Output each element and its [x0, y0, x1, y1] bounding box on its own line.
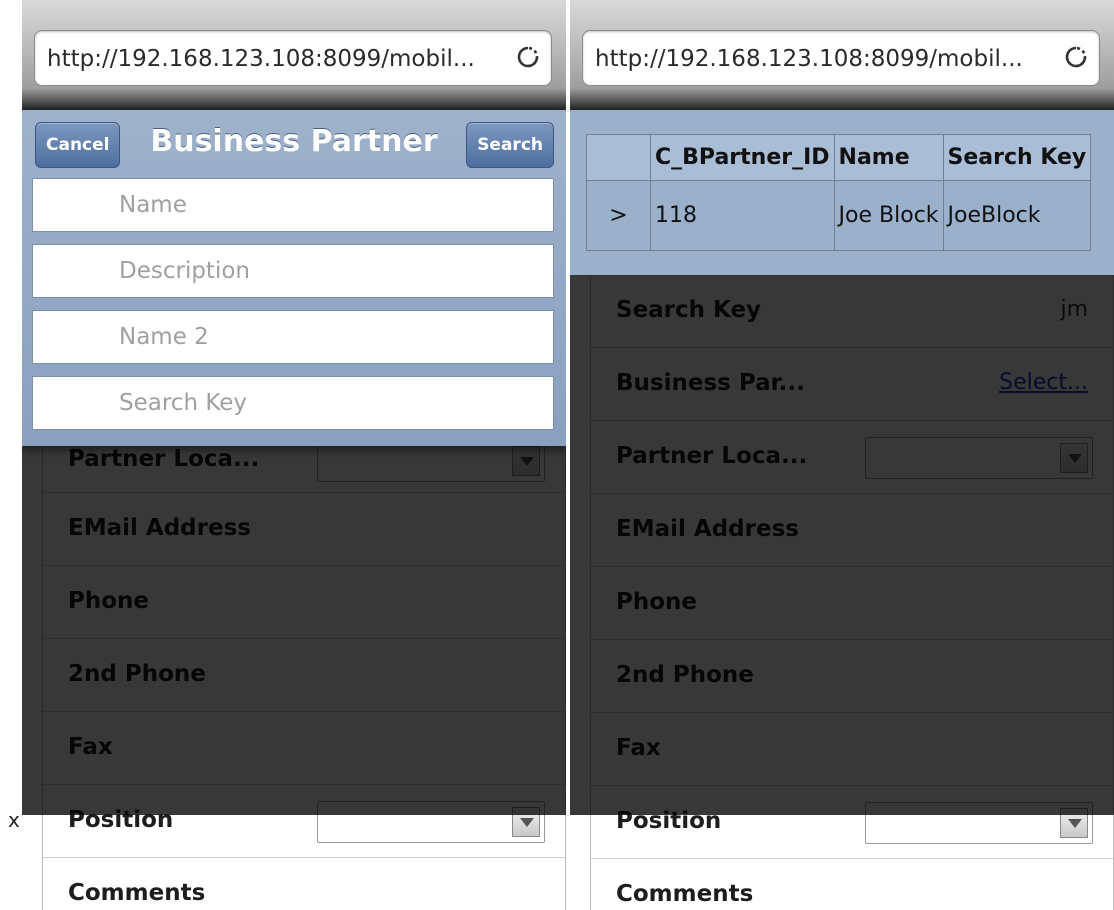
table-header-row: C_BPartner_ID Name Search Key: [586, 134, 1092, 181]
form-row-fax: Fax: [43, 712, 565, 785]
chevron-down-icon[interactable]: [512, 446, 540, 476]
position-select[interactable]: [317, 801, 545, 843]
left-form: Partner Loca... EMail Address Phone 2nd …: [42, 440, 566, 910]
email-label: EMail Address: [68, 515, 251, 541]
table-row[interactable]: > 118 Joe Block JoeBlock: [586, 180, 1092, 251]
results-table: C_BPartner_ID Name Search Key > 118 Joe …: [586, 134, 1092, 251]
reload-icon[interactable]: [1064, 45, 1088, 69]
partner-location-select[interactable]: [317, 440, 545, 482]
dialog-header: Cancel Business Partner Search: [22, 110, 566, 174]
phone2-label: 2nd Phone: [616, 662, 754, 688]
form-row-2nd-phone: 2nd Phone: [43, 639, 565, 712]
browser-toolbar: http://192.168.123.108:8099/mobil...: [570, 0, 1114, 110]
form-row-business-partner: Business Par... Select...: [591, 348, 1113, 421]
form-row-2nd-phone: 2nd Phone: [591, 640, 1113, 713]
chevron-down-icon[interactable]: [512, 807, 540, 837]
form-row-phone: Phone: [591, 567, 1113, 640]
chevron-down-icon[interactable]: [1060, 443, 1088, 473]
business-partner-label: Business Par...: [616, 370, 805, 396]
form-row-phone: Phone: [43, 566, 565, 639]
form-row-search-key: Search Key jm: [591, 275, 1113, 348]
fax-label: Fax: [616, 735, 661, 761]
phone-label: Phone: [616, 589, 698, 615]
search-key-label: Search Key: [616, 297, 762, 323]
chevron-down-icon[interactable]: [1060, 808, 1088, 838]
table-cell[interactable]: JoeBlock: [942, 180, 1092, 251]
table-cell[interactable]: Joe Block: [833, 180, 944, 251]
phone-label: Phone: [68, 588, 150, 614]
description-input[interactable]: Description: [32, 244, 554, 298]
select-partner-link[interactable]: Select...: [999, 370, 1088, 395]
form-row-fax: Fax: [591, 713, 1113, 786]
column-header[interactable]: Search Key: [942, 134, 1092, 181]
phone2-label: 2nd Phone: [68, 661, 206, 687]
results-panel: C_BPartner_ID Name Search Key > 118 Joe …: [570, 110, 1114, 275]
partner-location-select[interactable]: [865, 437, 1093, 479]
partner-location-label: Partner Loca...: [616, 443, 808, 469]
partner-location-label: Partner Loca...: [68, 446, 260, 472]
browser-toolbar: http://192.168.123.108:8099/mobil...: [22, 0, 566, 110]
position-select[interactable]: [865, 802, 1093, 844]
form-row-comments: Comments: [591, 859, 1113, 910]
form-row-position: Position: [591, 786, 1113, 859]
fax-label: Fax: [68, 734, 113, 760]
name-input[interactable]: Name: [32, 178, 554, 232]
marker-label: x: [8, 808, 20, 832]
row-select-cell[interactable]: >: [586, 180, 651, 251]
form-row-email: EMail Address: [43, 493, 565, 566]
stage: x http://192.168.123.108:8099/mobil... P…: [0, 0, 1114, 910]
right-screen: http://192.168.123.108:8099/mobil... Sea…: [570, 0, 1114, 910]
comments-label: Comments: [616, 881, 754, 907]
url-field[interactable]: http://192.168.123.108:8099/mobil...: [34, 30, 552, 86]
email-label: EMail Address: [616, 516, 799, 542]
left-screen: http://192.168.123.108:8099/mobil... Par…: [22, 0, 566, 910]
search-key-value[interactable]: jm: [1060, 297, 1088, 322]
form-row-position: Position: [43, 785, 565, 858]
search-button[interactable]: Search: [466, 122, 554, 168]
name2-input[interactable]: Name 2: [32, 310, 554, 364]
column-header[interactable]: Name: [833, 134, 944, 181]
form-row-email: EMail Address: [591, 494, 1113, 567]
form-row-partner-location: Partner Loca...: [43, 440, 565, 493]
comments-label: Comments: [68, 880, 206, 906]
form-row-partner-location: Partner Loca...: [591, 421, 1113, 494]
right-form: Search Key jm Business Par... Select... …: [590, 275, 1114, 910]
position-label: Position: [68, 807, 174, 833]
position-label: Position: [616, 808, 722, 834]
column-header: [586, 134, 651, 181]
table-cell[interactable]: 118: [650, 180, 835, 251]
form-row-comments: Comments: [43, 858, 565, 910]
url-field[interactable]: http://192.168.123.108:8099/mobil...: [582, 30, 1100, 86]
search-key-input[interactable]: Search Key: [32, 376, 554, 430]
search-dialog: Cancel Business Partner Search Name Desc…: [22, 110, 566, 446]
reload-icon[interactable]: [516, 45, 540, 69]
column-header[interactable]: C_BPartner_ID: [650, 134, 835, 181]
